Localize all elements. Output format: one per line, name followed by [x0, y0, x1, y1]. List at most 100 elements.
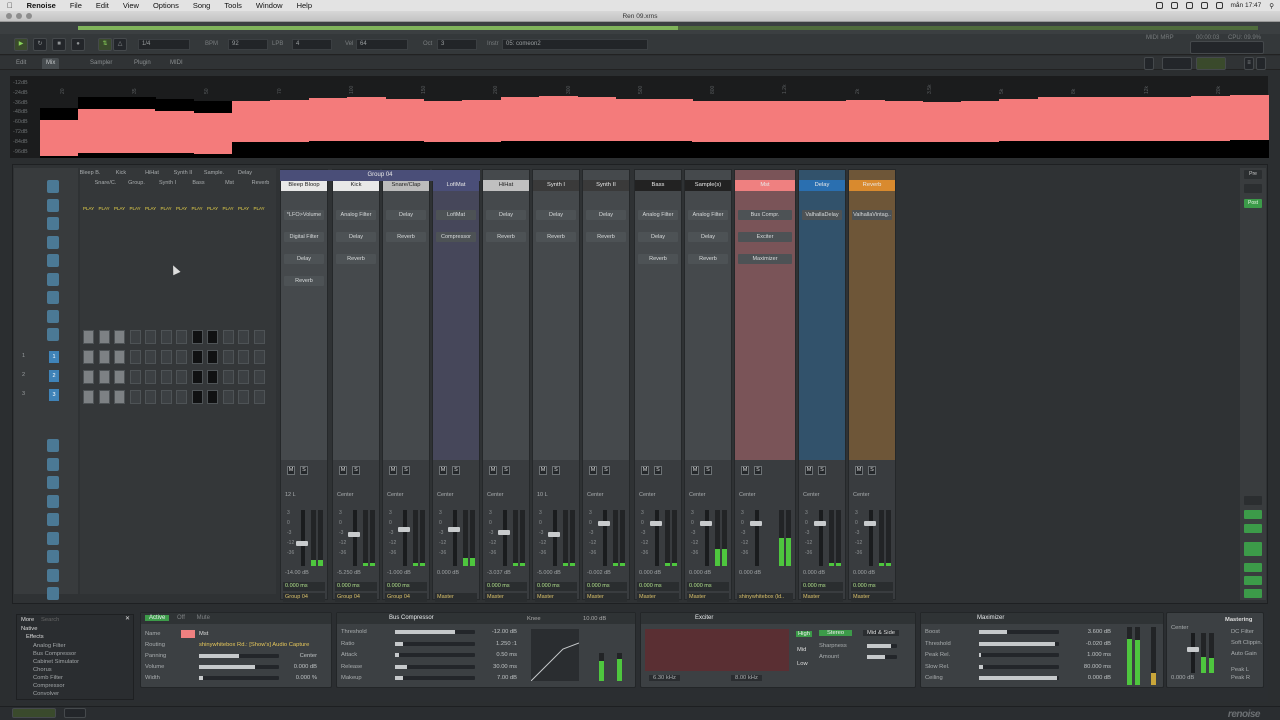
exciter-band-graph[interactable]: [645, 629, 789, 671]
volume-fader-track[interactable]: [453, 510, 457, 566]
matrix-slot[interactable]: [176, 330, 187, 344]
solo-button[interactable]: S: [602, 466, 610, 475]
track-name-field[interactable]: Mst: [199, 631, 208, 637]
volume-fader-track[interactable]: [603, 510, 607, 566]
band-freq-2[interactable]: 8.00 kHz: [731, 675, 762, 681]
volume-fader-track[interactable]: [503, 510, 507, 566]
routing-select[interactable]: Group 04: [335, 593, 377, 602]
strip-effect[interactable]: Reverb: [688, 254, 728, 264]
strip-effect[interactable]: Maximizer: [738, 254, 792, 264]
param-slider[interactable]: [979, 630, 1059, 634]
menu-view[interactable]: View: [116, 0, 146, 11]
strip-name[interactable]: Delay: [799, 180, 845, 191]
param-slider[interactable]: [979, 653, 1059, 657]
tab-plugin[interactable]: Plugin: [130, 58, 155, 69]
strip-name[interactable]: Snare/Clap: [383, 180, 429, 191]
sequence-pattern[interactable]: 1: [49, 351, 59, 363]
matrix-slot[interactable]: [114, 350, 125, 364]
strip-effect[interactable]: Reverb: [284, 276, 324, 286]
menu-edit[interactable]: Edit: [89, 0, 116, 11]
mixer-strip[interactable]: Mst Bus Compr. Exciter Maximizer M S Center 3 0-…: [734, 169, 796, 602]
strip-effect[interactable]: Digital Filter: [284, 232, 324, 242]
matrix-slot[interactable]: [191, 350, 203, 364]
mute-button[interactable]: M: [339, 466, 347, 475]
band-freq-1[interactable]: 6.30 kHz: [649, 675, 680, 681]
matrix-slot[interactable]: [176, 350, 187, 364]
matrix-slot[interactable]: [207, 370, 218, 384]
matrix-slot[interactable]: [98, 370, 110, 384]
delay-value[interactable]: 0.000 ms: [801, 582, 843, 591]
browser-item[interactable]: Comb Filter: [33, 675, 63, 681]
delay-value[interactable]: 0.000 ms: [283, 582, 325, 591]
mixer-strip[interactable]: Bleep Bloop *LFO>Volume Digital Filter Dela…: [280, 169, 328, 602]
track-color-swatch[interactable]: [181, 630, 195, 638]
delay-value[interactable]: 0.000 ms: [485, 582, 527, 591]
matrix-slot[interactable]: [207, 330, 218, 344]
volume-fader-knob[interactable]: [296, 541, 308, 546]
routing-select[interactable]: Master: [801, 593, 843, 602]
routing-select[interactable]: shinywhitebox Rd.: [Show's] Audio Captur…: [199, 642, 309, 648]
menu-song[interactable]: Song: [186, 0, 218, 11]
volume-fader-knob[interactable]: [548, 532, 560, 537]
matrix-slot[interactable]: [222, 390, 234, 404]
sequence-slot[interactable]: [47, 457, 59, 471]
instrument-select[interactable]: 05: comeon2: [502, 39, 648, 50]
strip-effect[interactable]: Reverb: [486, 232, 526, 242]
solo-button[interactable]: S: [452, 466, 460, 475]
strip-name[interactable]: Bleep Bloop: [281, 180, 327, 191]
matrix-slot[interactable]: [207, 350, 218, 364]
browser-item[interactable]: Compressor: [33, 683, 65, 689]
strip-name[interactable]: Kick: [333, 180, 379, 191]
matrix-slot[interactable]: [207, 390, 218, 404]
matrix-slot[interactable]: [176, 390, 187, 404]
menu-options[interactable]: Options: [146, 0, 186, 11]
solo-button[interactable]: S: [402, 466, 410, 475]
matrix-slot[interactable]: [238, 390, 249, 404]
menu-icon[interactable]: ≡: [1244, 57, 1254, 70]
tree-folder[interactable]: Effects: [26, 634, 44, 640]
delay-value[interactable]: 0.000 ms: [385, 582, 427, 591]
strip-effect[interactable]: Exciter: [738, 232, 792, 242]
solo-button[interactable]: S: [502, 466, 510, 475]
matrix-slot[interactable]: [98, 330, 110, 344]
strip-effect[interactable]: Delay: [486, 210, 526, 220]
matrix-slot[interactable]: [238, 350, 249, 364]
group-header[interactable]: Group 04: [280, 170, 480, 181]
strip-effect[interactable]: Analog Filter: [638, 210, 678, 220]
matrix-slot[interactable]: [114, 390, 125, 404]
sequence-pattern[interactable]: 2: [49, 370, 59, 382]
mute-button[interactable]: M: [691, 466, 699, 475]
mixer-strip[interactable]: Reverb ValhallaVintag.. M S Center 3 0 -3 -12 -36…: [848, 169, 896, 602]
mixer-strip[interactable]: Synth I Delay Reverb M S 10 L 3 0 -3 -12 -36 -5.000…: [532, 169, 580, 602]
delay-value[interactable]: 0.000 ms: [687, 582, 729, 591]
matrix-slot[interactable]: [222, 350, 234, 364]
fader-button[interactable]: [1244, 542, 1262, 556]
matrix-slot[interactable]: [129, 350, 141, 364]
browser-item[interactable]: Analog Filter: [33, 643, 66, 649]
volume-fader-track[interactable]: [403, 510, 407, 566]
close-icon[interactable]: ✕: [125, 616, 130, 622]
volume-fader-track[interactable]: [301, 510, 305, 566]
solo-button[interactable]: S: [704, 466, 712, 475]
pattern-step-field[interactable]: 1/4: [138, 39, 190, 50]
strip-effect[interactable]: Reverb: [638, 254, 678, 264]
sequence-slot[interactable]: [47, 513, 59, 526]
tab-midi[interactable]: MIDI: [166, 58, 187, 69]
matrix-slot[interactable]: [114, 330, 125, 344]
minimize-icon[interactable]: [16, 13, 22, 19]
matrix-slot[interactable]: [83, 390, 94, 404]
mixer-strip[interactable]: Bass Analog Filter Delay Reverb M S Center 3 0 -3…: [634, 169, 682, 602]
stereo-button[interactable]: Stereo: [819, 630, 853, 636]
volume-icon[interactable]: [1215, 2, 1223, 9]
volume-fader-knob[interactable]: [398, 527, 410, 532]
strip-effect[interactable]: Delay: [536, 210, 576, 220]
matrix-slot[interactable]: [253, 390, 265, 404]
sequence-slot[interactable]: [47, 550, 59, 563]
routing-select[interactable]: shinywhitebox (ld..: [737, 593, 793, 602]
song-position-bar[interactable]: [78, 26, 1258, 30]
panning-slider[interactable]: [199, 654, 279, 658]
delay-value[interactable]: 0.000 ms: [585, 582, 627, 591]
matrix-slot[interactable]: [222, 330, 234, 344]
matrix-slot[interactable]: [253, 370, 265, 384]
routing-button[interactable]: [1244, 576, 1262, 585]
